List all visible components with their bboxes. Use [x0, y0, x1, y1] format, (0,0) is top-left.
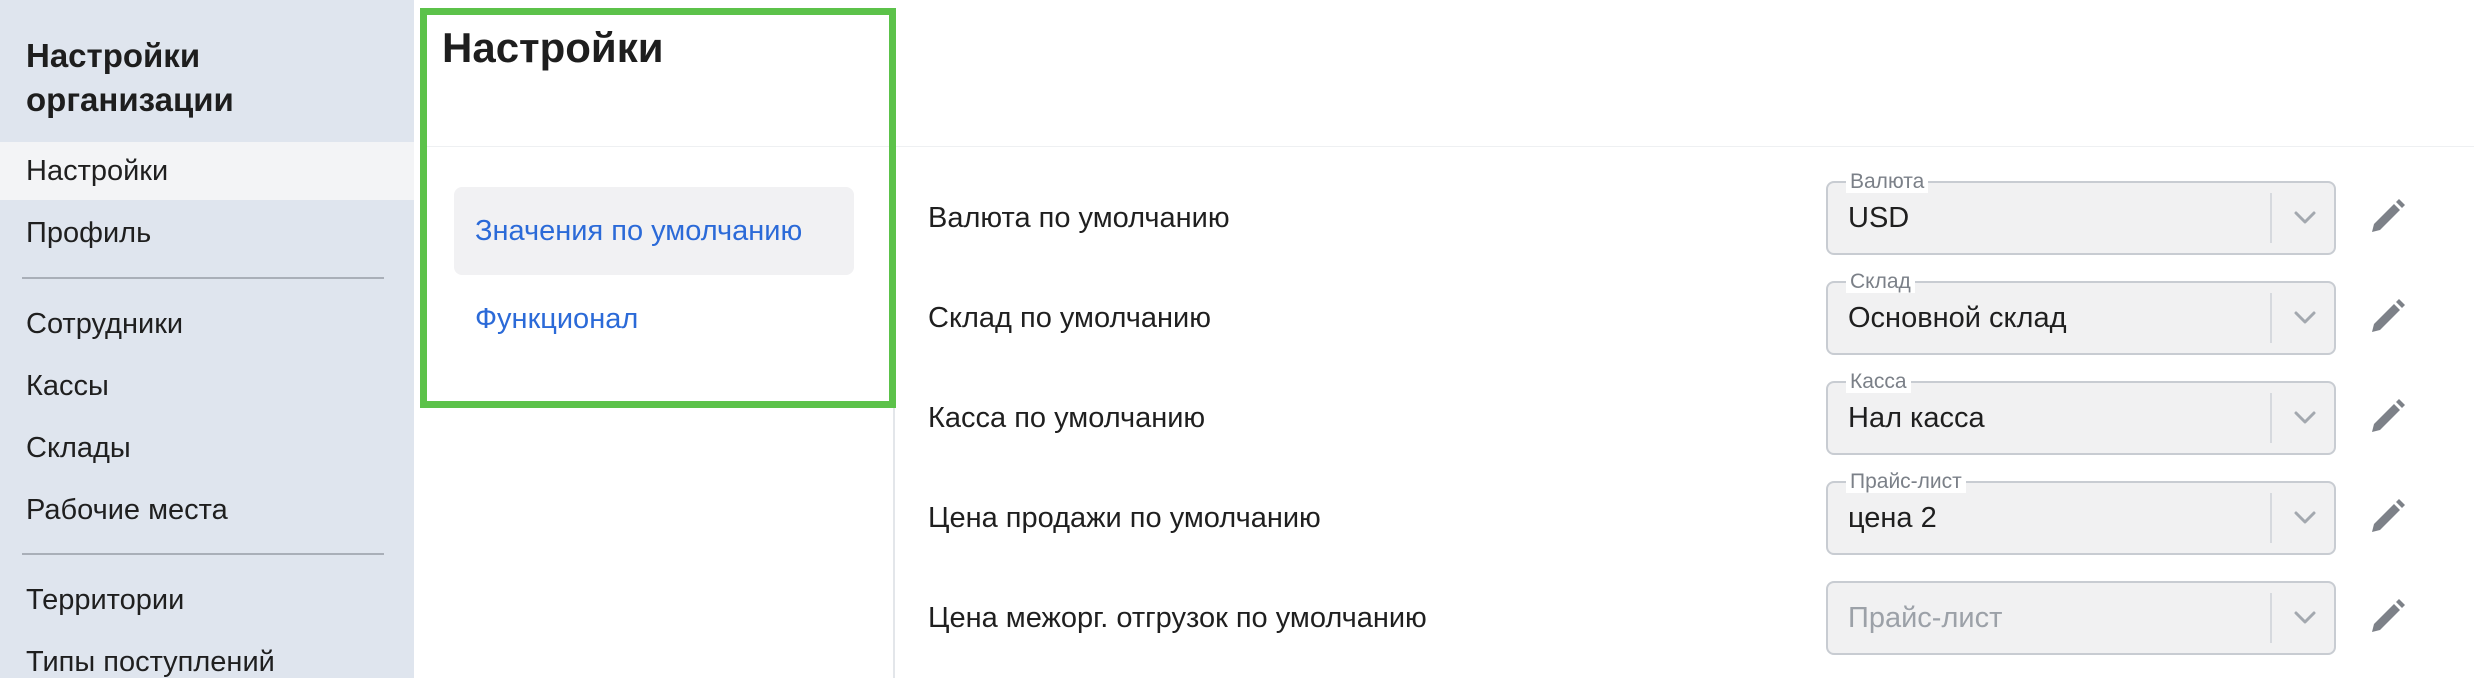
chevron-down-icon[interactable] — [2290, 505, 2320, 531]
pencil-icon[interactable] — [2366, 196, 2408, 238]
select-separator — [2270, 193, 2272, 243]
pencil-icon[interactable] — [2366, 396, 2408, 438]
sidebar-item-warehouses[interactable]: Склады — [0, 419, 414, 477]
sidebar-item-workplaces[interactable]: Рабочие места — [0, 481, 414, 539]
sidebar-divider — [22, 553, 384, 555]
default-warehouse-label: Склад по умолчанию — [928, 302, 1211, 334]
sidebar-item-profile[interactable]: Профиль — [0, 204, 414, 262]
currency-select-value: USD — [1848, 202, 1910, 234]
interorg-price-list-select[interactable]: Прайс-лист — [1826, 581, 2336, 655]
sidebar-item-territories[interactable]: Территории — [0, 571, 414, 629]
sidebar-title: Настройки организации — [26, 37, 234, 118]
cash-register-select-value: Нал касса — [1848, 402, 1985, 434]
subnav-item-functionality[interactable]: Функционал — [454, 275, 854, 363]
warehouse-select-value: Основной склад — [1848, 302, 2067, 334]
chevron-down-icon[interactable] — [2290, 405, 2320, 431]
pencil-icon[interactable] — [2366, 596, 2408, 638]
sale-price-list-field-label: Прайс-лист — [1846, 471, 1966, 493]
currency-field-label: Валюта — [1846, 171, 1929, 193]
default-cash-register-label: Касса по умолчанию — [928, 402, 1206, 434]
cash-register-field-label: Касса — [1846, 371, 1911, 393]
chevron-down-icon[interactable] — [2290, 205, 2320, 231]
select-separator — [2270, 393, 2272, 443]
subnav-item-defaults[interactable]: Значения по умолчанию — [454, 187, 854, 275]
sidebar-item-receipt-types[interactable]: Типы поступлений — [0, 633, 414, 691]
interorg-price-list-placeholder: Прайс-лист — [1848, 602, 2003, 634]
chevron-down-icon[interactable] — [2290, 305, 2320, 331]
select-separator — [2270, 593, 2272, 643]
sidebar-item-settings[interactable]: Настройки — [0, 142, 414, 200]
select-separator — [2270, 293, 2272, 343]
page-title: Настройки — [442, 24, 664, 71]
warehouse-field-label: Склад — [1846, 271, 1915, 293]
pencil-icon[interactable] — [2366, 496, 2408, 538]
pencil-icon[interactable] — [2366, 296, 2408, 338]
default-currency-label: Валюта по умолчанию — [928, 202, 1230, 234]
sidebar-item-employees[interactable]: Сотрудники — [0, 295, 414, 353]
settings-sidebar: Настройки организации Настройки Профиль … — [0, 0, 414, 678]
sale-price-list-select-value: цена 2 — [1848, 502, 1937, 534]
chevron-down-icon[interactable] — [2290, 605, 2320, 631]
default-interorg-price-label: Цена межорг. отгрузок по умолчанию — [928, 602, 1427, 634]
select-separator — [2270, 493, 2272, 543]
sidebar-item-cash-registers[interactable]: Кассы — [0, 357, 414, 415]
default-sale-price-label: Цена продажи по умолчанию — [928, 502, 1321, 534]
sidebar-divider — [22, 277, 384, 279]
